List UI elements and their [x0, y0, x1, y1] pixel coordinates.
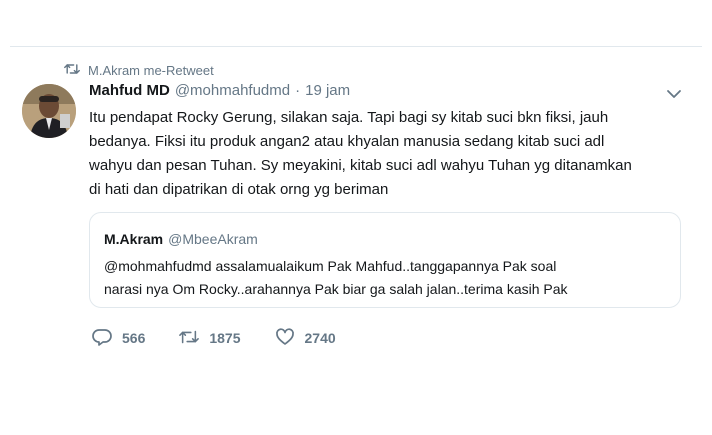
avatar[interactable] [22, 84, 76, 138]
reply-icon [92, 328, 112, 349]
tweet-actions: 566 1875 2740 [92, 327, 370, 349]
retweet-context: M.Akram me-Retweet [64, 62, 214, 78]
author-name[interactable]: Mahfud MD [89, 82, 170, 99]
tweet-header: Mahfud MD @mohmahfudmd · 19 jam [89, 82, 350, 102]
quoted-text-line: @mohmahfudmd assalamualaikum Pak Mahfud.… [104, 258, 557, 274]
retweet-icon [179, 328, 200, 349]
tweet-text-line: di hati dan dipatrikan di otak orng yg b… [89, 181, 389, 198]
author-handle[interactable]: @mohmahfudmd [175, 82, 290, 99]
quoted-author-name: M.Akram [104, 231, 164, 247]
quoted-author-handle: @MbeeAkram [168, 231, 258, 247]
like-button[interactable]: 2740 [275, 327, 336, 349]
retweet-count: 1875 [209, 330, 241, 346]
tweet-timestamp[interactable]: 19 jam [305, 82, 350, 99]
tweet-text-line: Itu pendapat Rocky Gerung, silakan saja.… [89, 109, 609, 126]
heart-icon [275, 327, 295, 349]
tweet-text-line: wahyu dan pesan Tuhan. Sy meyakini, kita… [89, 157, 632, 174]
quoted-tweet-text: @mohmahfudmd assalamualaikum Pak Mahfud.… [104, 255, 668, 301]
tweet-top-divider [10, 46, 702, 47]
chevron-down-icon[interactable] [666, 87, 682, 99]
tweet-text: Itu pendapat Rocky Gerung, silakan saja.… [89, 106, 679, 202]
retweet-context-icon [64, 62, 80, 79]
quoted-tweet[interactable]: M.Akram @MbeeAkram @mohmahfudmd assalamu… [89, 212, 681, 308]
like-count: 2740 [304, 330, 336, 346]
header-separator: · [295, 82, 301, 99]
quoted-tweet-header: M.Akram @MbeeAkram [104, 231, 258, 247]
retweet-context-label[interactable]: M.Akram me-Retweet [88, 63, 214, 78]
reply-count: 566 [122, 330, 146, 346]
retweet-button[interactable]: 1875 [179, 328, 241, 349]
reply-button[interactable]: 566 [92, 328, 145, 349]
tweet-text-line: bedanya. Fiksi itu produk angan2 atau kh… [89, 133, 605, 150]
quoted-text-line: narasi nya Om Rocky..arahannya Pak biar … [104, 281, 568, 297]
